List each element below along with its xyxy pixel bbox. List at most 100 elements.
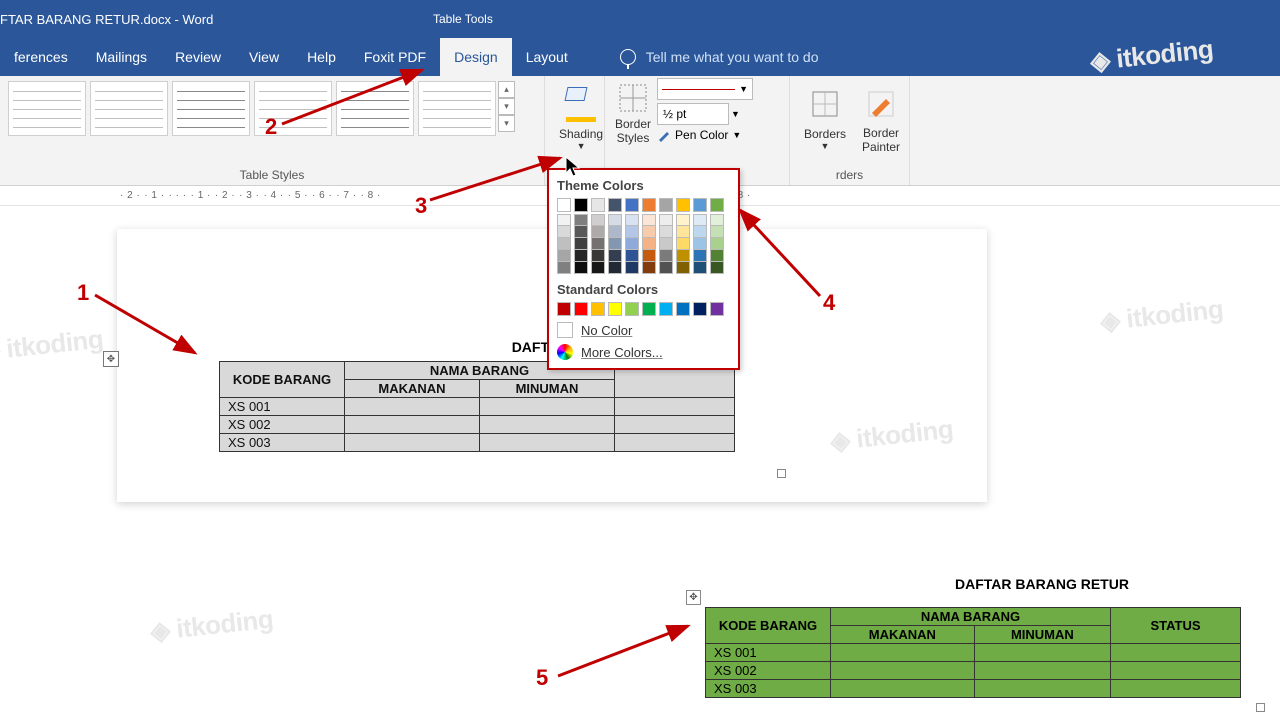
color-swatch[interactable]	[591, 214, 605, 226]
more-colors-option[interactable]: More Colors...	[557, 344, 730, 360]
tab-help[interactable]: Help	[293, 38, 350, 76]
color-swatch[interactable]	[557, 198, 571, 212]
color-swatch[interactable]	[574, 238, 588, 250]
color-swatch[interactable]	[591, 198, 605, 212]
styles-gallery-scroll[interactable]: ▴▾▾	[498, 81, 515, 138]
table-style-option[interactable]	[172, 81, 250, 136]
color-swatch[interactable]	[693, 198, 707, 212]
color-swatch[interactable]	[710, 198, 724, 212]
color-swatch[interactable]	[642, 238, 656, 250]
color-swatch[interactable]	[676, 250, 690, 262]
color-swatch[interactable]	[676, 302, 690, 316]
table-move-handle[interactable]: ✥	[686, 590, 701, 605]
color-swatch[interactable]	[642, 214, 656, 226]
color-swatch[interactable]	[642, 262, 656, 274]
tab-design[interactable]: Design	[440, 38, 512, 76]
color-swatch[interactable]	[676, 226, 690, 238]
table-style-option[interactable]	[336, 81, 414, 136]
color-swatch[interactable]	[642, 226, 656, 238]
color-swatch[interactable]	[710, 226, 724, 238]
borders-button[interactable]: Borders ▼	[796, 79, 854, 157]
color-swatch[interactable]	[659, 262, 673, 274]
tab-mailings[interactable]: Mailings	[82, 38, 161, 76]
table-resize-handle[interactable]	[1256, 703, 1265, 712]
color-swatch[interactable]	[642, 302, 656, 316]
color-swatch[interactable]	[710, 238, 724, 250]
color-swatch[interactable]	[693, 238, 707, 250]
pen-weight-select[interactable]: ½ pt	[657, 103, 729, 125]
color-swatch[interactable]	[608, 226, 622, 238]
tab-references[interactable]: ferences	[0, 38, 82, 76]
color-swatch[interactable]	[608, 302, 622, 316]
color-swatch[interactable]	[557, 250, 571, 262]
color-swatch[interactable]	[693, 250, 707, 262]
color-swatch[interactable]	[557, 262, 571, 274]
color-swatch[interactable]	[591, 302, 605, 316]
color-swatch[interactable]	[557, 238, 571, 250]
color-swatch[interactable]	[591, 238, 605, 250]
no-color-option[interactable]: No Color	[557, 322, 730, 338]
color-swatch[interactable]	[659, 302, 673, 316]
color-swatch[interactable]	[591, 262, 605, 274]
pen-color-button[interactable]: Pen Color ▼	[657, 128, 753, 142]
color-swatch[interactable]	[710, 262, 724, 274]
color-swatch[interactable]	[608, 250, 622, 262]
color-swatch[interactable]	[642, 250, 656, 262]
border-painter-button[interactable]: Border Painter	[854, 79, 908, 157]
group-borders: Borders ▼ Border Painter rders	[790, 76, 910, 185]
color-swatch[interactable]	[676, 262, 690, 274]
color-swatch[interactable]	[574, 250, 588, 262]
color-swatch[interactable]	[693, 214, 707, 226]
color-swatch[interactable]	[693, 226, 707, 238]
color-swatch[interactable]	[710, 214, 724, 226]
color-swatch[interactable]	[608, 262, 622, 274]
color-swatch[interactable]	[659, 250, 673, 262]
data-table[interactable]: KODE BARANG NAMA BARANG MAKANAN MINUMAN …	[219, 361, 735, 452]
color-swatch[interactable]	[574, 198, 588, 212]
color-swatch[interactable]	[574, 302, 588, 316]
tell-me-search[interactable]: Tell me what you want to do	[582, 49, 819, 65]
color-swatch[interactable]	[710, 302, 724, 316]
color-swatch[interactable]	[625, 262, 639, 274]
table-style-option[interactable]	[418, 81, 496, 136]
color-swatch[interactable]	[676, 214, 690, 226]
color-swatch[interactable]	[557, 226, 571, 238]
color-swatch[interactable]	[557, 302, 571, 316]
tab-foxit-pdf[interactable]: Foxit PDF	[350, 38, 440, 76]
border-line-style[interactable]: ▼	[657, 78, 753, 100]
color-swatch[interactable]	[693, 262, 707, 274]
color-swatch[interactable]	[659, 214, 673, 226]
color-swatch[interactable]	[625, 250, 639, 262]
color-swatch[interactable]	[608, 214, 622, 226]
color-swatch[interactable]	[574, 214, 588, 226]
color-swatch[interactable]	[625, 302, 639, 316]
color-swatch[interactable]	[659, 198, 673, 212]
table-move-handle[interactable]: ✥	[103, 351, 119, 367]
color-swatch[interactable]	[608, 198, 622, 212]
color-swatch[interactable]	[608, 238, 622, 250]
border-styles-button[interactable]: Border Styles	[611, 78, 655, 146]
color-swatch[interactable]	[710, 250, 724, 262]
color-swatch[interactable]	[625, 214, 639, 226]
table-style-option[interactable]	[90, 81, 168, 136]
tab-layout[interactable]: Layout	[512, 38, 582, 76]
color-swatch[interactable]	[557, 214, 571, 226]
color-swatch[interactable]	[591, 226, 605, 238]
color-swatch[interactable]	[676, 198, 690, 212]
shading-button[interactable]: Shading ▼	[551, 79, 611, 153]
color-swatch[interactable]	[693, 302, 707, 316]
color-swatch[interactable]	[625, 226, 639, 238]
color-swatch[interactable]	[659, 226, 673, 238]
table-resize-handle[interactable]	[777, 469, 786, 478]
color-swatch[interactable]	[642, 198, 656, 212]
color-swatch[interactable]	[574, 226, 588, 238]
tab-view[interactable]: View	[235, 38, 293, 76]
color-swatch[interactable]	[625, 238, 639, 250]
table-style-option[interactable]	[8, 81, 86, 136]
tab-review[interactable]: Review	[161, 38, 235, 76]
color-swatch[interactable]	[591, 250, 605, 262]
color-swatch[interactable]	[625, 198, 639, 212]
color-swatch[interactable]	[676, 238, 690, 250]
color-swatch[interactable]	[574, 262, 588, 274]
color-swatch[interactable]	[659, 238, 673, 250]
